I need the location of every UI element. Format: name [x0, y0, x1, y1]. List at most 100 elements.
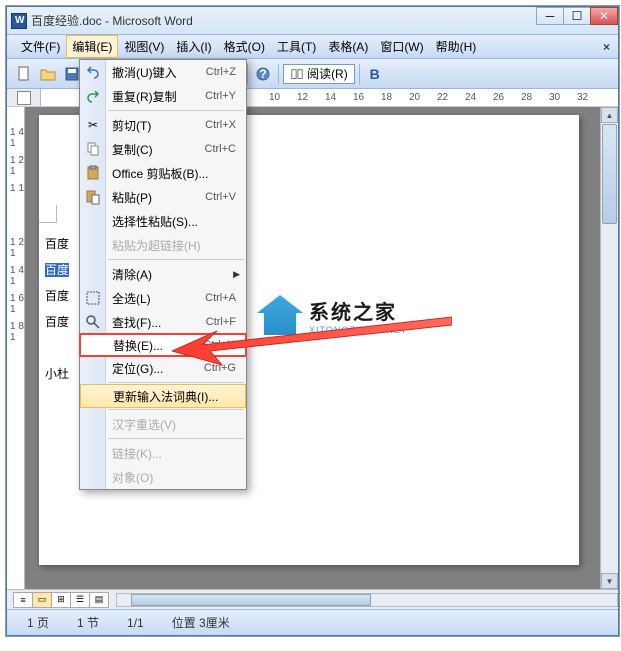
- outline-view-button[interactable]: ☰: [70, 592, 90, 608]
- menu-undo[interactable]: 撤消(U)键入 Ctrl+Z: [80, 60, 246, 84]
- vertical-ruler[interactable]: 1 4 1 1 2 1 1 1 1 2 1 1 4 1 1 6 1 1 8 1: [7, 107, 25, 589]
- menu-paste-special[interactable]: 选择性粘贴(S)...: [80, 209, 246, 233]
- menu-item-label: 汉字重选(V): [112, 416, 246, 433]
- status-page: 1 页: [27, 614, 49, 631]
- vruler-tick: 1 4 1: [10, 127, 24, 149]
- tab-selector[interactable]: [7, 89, 41, 106]
- titlebar: 百度经验.doc - Microsoft Word ─ ☐ ✕: [7, 7, 618, 35]
- vruler-tick: 1 2 1: [10, 237, 24, 259]
- close-document-button[interactable]: ×: [603, 40, 610, 54]
- menu-object: 对象(O): [80, 465, 246, 489]
- vruler-tick: 1 4 1: [10, 265, 24, 287]
- menu-shortcut: Ctrl+C: [205, 143, 246, 155]
- selectall-icon: [85, 290, 101, 306]
- menu-find[interactable]: 查找(F)... Ctrl+F: [80, 310, 246, 334]
- menu-insert[interactable]: 插入(I): [170, 35, 217, 58]
- print-layout-button[interactable]: ▭: [32, 592, 52, 608]
- reading-view-button[interactable]: ▤: [89, 592, 109, 608]
- normal-view-button[interactable]: ≡: [13, 592, 33, 608]
- menu-shortcut: Ctrl+X: [205, 119, 246, 131]
- menu-edit[interactable]: 编辑(E): [66, 35, 118, 58]
- menu-tools[interactable]: 工具(T): [271, 35, 322, 58]
- menu-item-label: 撤消(U)键入: [112, 64, 206, 81]
- minimize-button[interactable]: ─: [536, 7, 564, 25]
- menu-clear[interactable]: 清除(A) ▶: [80, 262, 246, 286]
- ruler-tick: 14: [325, 92, 336, 103]
- menu-separator: [108, 259, 244, 260]
- clipboard-icon: [85, 165, 101, 181]
- vruler-tick: 1 1: [10, 183, 24, 194]
- ruler-tick: 16: [353, 92, 364, 103]
- menu-view[interactable]: 视图(V): [118, 35, 170, 58]
- menu-separator: [108, 382, 244, 383]
- hscroll-thumb[interactable]: [131, 594, 371, 606]
- menu-shortcut: Ctrl+F: [206, 316, 246, 328]
- close-button[interactable]: ✕: [590, 7, 618, 25]
- menu-help[interactable]: 帮助(H): [430, 35, 483, 58]
- menu-item-label: 剪切(T): [112, 117, 205, 134]
- maximize-button[interactable]: ☐: [563, 7, 591, 25]
- vruler-tick: 1 8 1: [10, 321, 24, 343]
- menu-format[interactable]: 格式(O): [218, 35, 271, 58]
- open-button[interactable]: [37, 63, 59, 85]
- ruler-tick: 22: [437, 92, 448, 103]
- menu-redo[interactable]: 重复(R)复制 Ctrl+Y: [80, 84, 246, 108]
- vertical-scrollbar[interactable]: ▲ ▼: [600, 107, 618, 589]
- menu-shortcut: Ctrl+H: [204, 339, 245, 351]
- menu-shortcut: Ctrl+V: [205, 191, 246, 203]
- vruler-tick: 1 2 1: [10, 155, 24, 177]
- scroll-thumb[interactable]: [602, 124, 617, 224]
- scroll-down-button[interactable]: ▼: [601, 573, 618, 589]
- menu-shortcut: Ctrl+G: [204, 362, 246, 374]
- svg-text:?: ?: [259, 67, 266, 81]
- menu-table[interactable]: 表格(A): [322, 35, 374, 58]
- bold-button[interactable]: B: [364, 63, 386, 85]
- menu-reconvert: 汉字重选(V): [80, 412, 246, 436]
- ruler-tick: 24: [465, 92, 476, 103]
- menu-item-label: 定位(G)...: [112, 360, 204, 377]
- app-window: 百度经验.doc - Microsoft Word ─ ☐ ✕ 文件(F) 编辑…: [6, 6, 619, 636]
- reading-mode-button[interactable]: 阅读(R): [283, 64, 355, 84]
- menu-shortcut: Ctrl+A: [205, 292, 246, 304]
- menu-replace[interactable]: 替换(E)... Ctrl+H: [79, 333, 247, 357]
- copy-icon: [85, 141, 101, 157]
- find-icon: [85, 314, 101, 330]
- scroll-up-button[interactable]: ▲: [601, 107, 618, 123]
- toolbar-separator: [278, 64, 279, 84]
- ruler-tick: 30: [549, 92, 560, 103]
- menu-item-label: 粘贴为超链接(H): [112, 237, 246, 254]
- menu-window[interactable]: 窗口(W): [374, 35, 429, 58]
- menu-select-all[interactable]: 全选(L) Ctrl+A: [80, 286, 246, 310]
- redo-icon: [85, 88, 101, 104]
- menu-office-clipboard[interactable]: Office 剪贴板(B)...: [80, 161, 246, 185]
- menu-cut[interactable]: ✂ 剪切(T) Ctrl+X: [80, 113, 246, 137]
- menu-separator: [108, 438, 244, 439]
- menu-item-label: 更新输入法词典(I)...: [113, 388, 245, 405]
- menu-paste[interactable]: 粘贴(P) Ctrl+V: [80, 185, 246, 209]
- menu-item-label: 链接(K)...: [112, 445, 246, 462]
- menu-paste-hyperlink: 粘贴为超链接(H): [80, 233, 246, 257]
- submenu-arrow-icon: ▶: [233, 269, 240, 280]
- statusbar: 1 页 1 节 1/1 位置 3厘米: [7, 609, 618, 635]
- window-title: 百度经验.doc - Microsoft Word: [31, 12, 193, 29]
- new-doc-button[interactable]: [13, 63, 35, 85]
- vruler-tick: 1 6 1: [10, 293, 24, 315]
- status-section: 1 节: [77, 614, 99, 631]
- ruler-tick: 32: [577, 92, 588, 103]
- ruler-tick: 28: [521, 92, 532, 103]
- web-layout-button[interactable]: ⊞: [51, 592, 71, 608]
- undo-icon: [85, 64, 101, 80]
- help-button[interactable]: ?: [252, 63, 274, 85]
- menu-copy[interactable]: 复制(C) Ctrl+C: [80, 137, 246, 161]
- menu-file[interactable]: 文件(F): [15, 35, 66, 58]
- menu-update-ime[interactable]: 更新输入法词典(I)...: [80, 384, 246, 408]
- selected-text[interactable]: 百度: [45, 263, 69, 277]
- menu-goto[interactable]: 定位(G)... Ctrl+G: [80, 356, 246, 380]
- menu-item-label: 粘贴(P): [112, 189, 205, 206]
- menu-item-label: 重复(R)复制: [112, 88, 205, 105]
- menubar: 文件(F) 编辑(E) 视图(V) 插入(I) 格式(O) 工具(T) 表格(A…: [7, 35, 618, 59]
- margin-corner-indicator: [39, 205, 57, 223]
- status-pageof: 1/1: [127, 616, 144, 630]
- horizontal-scrollbar[interactable]: [116, 593, 618, 607]
- menu-shortcut: Ctrl+Y: [205, 90, 246, 102]
